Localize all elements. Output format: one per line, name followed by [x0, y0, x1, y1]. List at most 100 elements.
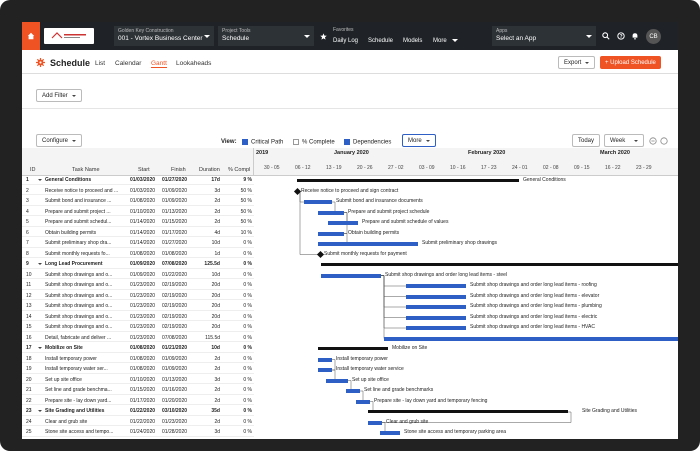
gantt-task-bar[interactable]: [406, 315, 466, 320]
table-row[interactable]: 25 Stone site access and tempo... 01/24/20…: [22, 428, 254, 437]
apps-selector[interactable]: Apps Select an App: [492, 26, 596, 46]
table-group-row[interactable]: 23 Site Grading and Utilities 01/22/2020 03…: [22, 407, 254, 416]
cell-pct: 50 %: [240, 187, 252, 194]
column-header-id[interactable]: ID: [30, 167, 36, 173]
gantt-task-bar[interactable]: [318, 210, 344, 215]
table-row[interactable]: 18 Install temporary power 01/08/2020 01/09…: [22, 355, 254, 364]
notifications-icon[interactable]: [631, 32, 639, 40]
month-label: January 2020: [334, 150, 369, 156]
favorite-daily-log[interactable]: Daily Log: [333, 38, 358, 44]
upload-schedule-button[interactable]: + Upload Schedule: [600, 56, 661, 69]
table-group-row[interactable]: 17 Mobilize on Site 01/08/2020 01/21/2020 10…: [22, 344, 254, 353]
table-row[interactable]: 22 Prepare site - lay down yard... 01/17/2…: [22, 397, 254, 406]
cell-pct: 10 %: [240, 229, 252, 236]
gantt-task-bar[interactable]: [318, 242, 418, 246]
column-header-duration[interactable]: Duration: [199, 167, 220, 173]
user-avatar[interactable]: CB: [646, 29, 661, 44]
cell-name: Submit shop drawings and o...: [45, 292, 113, 299]
gantt-task-bar[interactable]: [318, 368, 332, 372]
table-row[interactable]: 7 Submit preliminary shop dra... 01/14/202…: [22, 239, 254, 248]
gantt-task-bar[interactable]: [318, 357, 332, 362]
gantt-task-bar[interactable]: [406, 294, 466, 299]
star-icon[interactable]: [320, 33, 327, 40]
gantt-task-bar[interactable]: [328, 221, 358, 225]
table-row[interactable]: 12 Submit shop drawings and o... 01/23/202…: [22, 292, 254, 301]
export-button[interactable]: Export: [558, 56, 596, 69]
collapse-chevron-icon[interactable]: [38, 347, 42, 349]
column-header-finish[interactable]: Finish: [171, 167, 186, 173]
gantt-task-bar[interactable]: [318, 231, 344, 236]
collapse-chevron-icon[interactable]: [38, 179, 42, 181]
table-group-row[interactable]: 9 Long Lead Procurement 01/09/2020 07/08/20…: [22, 260, 254, 269]
cell-name: Submit shop drawings and o...: [45, 324, 113, 330]
cell-pct: 0 %: [243, 282, 252, 288]
week-label: 06 - 12: [295, 165, 311, 171]
dependencies-toggle[interactable]: Dependencies: [344, 139, 391, 146]
collapse-chevron-icon[interactable]: [38, 263, 42, 265]
column-header-task-name[interactable]: Task Name: [72, 167, 100, 173]
table-row[interactable]: 19 Install temporary water ser... 01/08/20…: [22, 365, 254, 374]
table-row[interactable]: 16 Detail, fabricate and deliver ... 01/23…: [22, 334, 254, 343]
configure-button[interactable]: Configure: [36, 134, 83, 147]
zoom-in-icon[interactable]: [660, 137, 668, 145]
tab-calendar[interactable]: Calendar: [115, 60, 141, 67]
help-icon[interactable]: [617, 32, 625, 40]
favorite-models[interactable]: Models: [403, 38, 422, 44]
column-header-percent-complete[interactable]: % Compl: [228, 167, 250, 173]
favorites-more-menu[interactable]: More: [433, 38, 447, 44]
percent-complete-toggle[interactable]: % Complete: [293, 139, 335, 146]
task-table-header: ID Task Name Start Finish Duration % Com…: [22, 148, 254, 176]
tab-lookaheads[interactable]: Lookaheads: [176, 60, 211, 67]
critical-path-toggle[interactable]: Critical Path: [242, 139, 283, 146]
cell-start: 01/23/2020: [130, 292, 156, 299]
gantt-task-bar[interactable]: [384, 336, 678, 341]
table-row[interactable]: 6 Obtain building permits 01/14/2020 01/17/…: [22, 229, 254, 238]
table-group-row[interactable]: 1 General Conditions 01/03/2020 01/27/2020 1…: [22, 176, 254, 185]
gantt-task-bar[interactable]: [304, 200, 332, 204]
cell-start: 01/03/2020: [130, 177, 156, 183]
tab-gantt[interactable]: Gantt: [151, 60, 167, 68]
cell-name: Obtain building permits: [45, 229, 97, 236]
table-row[interactable]: 11 Submit shop drawings and o... 01/23/202…: [22, 281, 254, 290]
cell-finish: 01/16/2020: [162, 387, 188, 393]
gantt-task-bar[interactable]: [321, 273, 381, 278]
gantt-summary-bar[interactable]: [318, 347, 388, 350]
table-row[interactable]: 14 Submit shop drawings and o... 01/23/202…: [22, 313, 254, 322]
company-selector[interactable]: Golden Key Construction 001 - Vortex Bus…: [114, 26, 214, 46]
table-row[interactable]: 15 Submit shop drawings and o... 01/23/202…: [22, 323, 254, 332]
table-row[interactable]: 5 Prepare and submit schedul... 01/14/2020…: [22, 218, 254, 227]
project-tools-selector[interactable]: Project Tools Schedule: [218, 26, 314, 46]
table-row[interactable]: 20 Set up site office 01/10/2020 01/13/2020…: [22, 376, 254, 385]
collapse-chevron-icon[interactable]: [38, 410, 42, 412]
table-row[interactable]: 10 Submit shop drawings and o... 01/09/202…: [22, 271, 254, 280]
today-button[interactable]: Today: [572, 134, 601, 147]
gantt-summary-bar[interactable]: [321, 263, 678, 266]
table-row[interactable]: 13 Submit shop drawings and o... 01/23/202…: [22, 302, 254, 311]
gantt-task-bar[interactable]: [406, 284, 466, 288]
zoom-out-icon[interactable]: [649, 137, 657, 145]
search-icon[interactable]: [602, 32, 610, 40]
gantt-task-bar[interactable]: [380, 431, 400, 435]
column-header-start[interactable]: Start: [138, 167, 150, 173]
home-button[interactable]: [22, 22, 40, 50]
gantt-task-bar[interactable]: [346, 389, 360, 393]
table-row[interactable]: 3 Submit bond and insurance ... 01/08/2020…: [22, 197, 254, 206]
gantt-task-bar[interactable]: [326, 378, 348, 383]
gantt-task-bar[interactable]: [368, 420, 382, 425]
table-row[interactable]: 8 Submit monthly requests fo... 01/08/2020…: [22, 250, 254, 259]
gantt-task-bar[interactable]: [406, 326, 466, 330]
gantt-summary-bar[interactable]: [368, 410, 568, 413]
time-scale-select[interactable]: Week: [604, 134, 644, 147]
table-row[interactable]: 2 Receive notice to proceed and ... 01/03/…: [22, 187, 254, 196]
add-filter-button[interactable]: Add Filter: [36, 89, 82, 102]
tab-list[interactable]: List: [95, 60, 105, 67]
gantt-task-bar[interactable]: [356, 399, 370, 404]
cell-start: 01/10/2020: [130, 208, 156, 215]
table-row[interactable]: 24 Clear and grub site 01/22/2020 01/23/202…: [22, 418, 254, 427]
favorite-schedule[interactable]: Schedule: [368, 38, 393, 44]
table-row[interactable]: 21 Set line and grade benchma... 01/15/202…: [22, 386, 254, 395]
gantt-task-bar[interactable]: [406, 305, 466, 309]
more-options-button[interactable]: More: [402, 134, 436, 147]
gantt-summary-bar[interactable]: [297, 179, 519, 182]
table-row[interactable]: 4 Prepare and submit project ... 01/10/202…: [22, 208, 254, 217]
